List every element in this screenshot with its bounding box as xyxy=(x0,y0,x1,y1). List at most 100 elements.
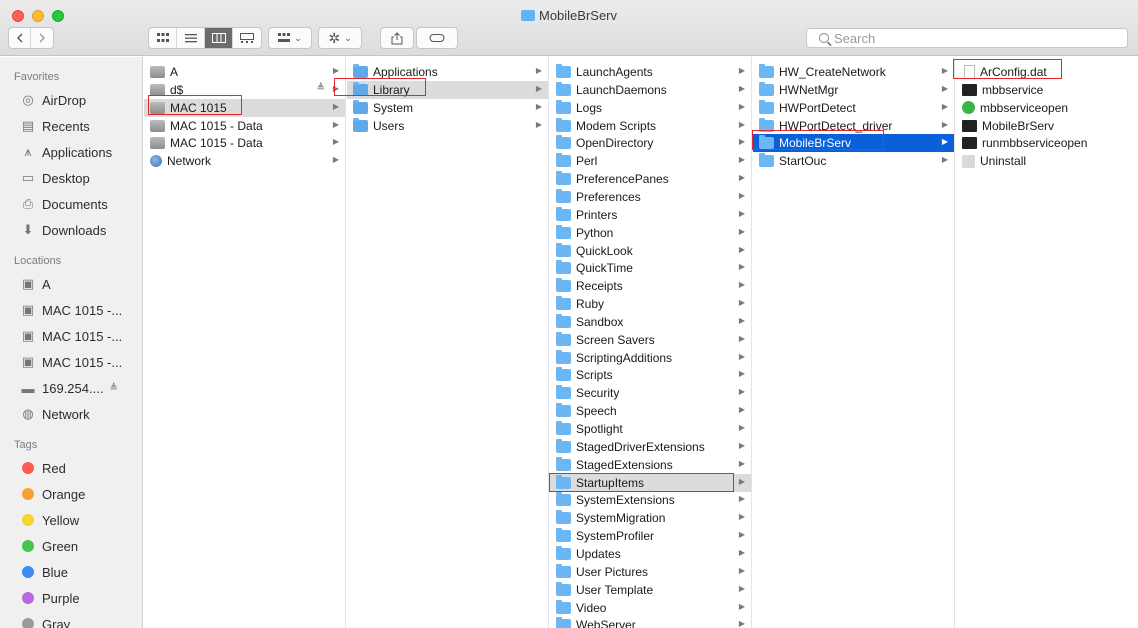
back-button[interactable] xyxy=(9,28,32,48)
column-view-button[interactable] xyxy=(205,28,233,48)
sidebar-item-desktop[interactable]: ▭ Desktop xyxy=(0,165,142,191)
item-label: Uninstall xyxy=(980,154,1027,169)
folder-item[interactable]: Perl ▶ xyxy=(550,152,751,170)
folder-item[interactable]: StartupItems ▶ xyxy=(550,473,751,492)
folder-item[interactable]: Security ▶ xyxy=(550,384,751,402)
folder-item[interactable]: PreferencePanes ▶ xyxy=(550,170,751,188)
tag-dot-icon xyxy=(22,618,34,628)
folder-item[interactable]: OpenDirectory ▶ xyxy=(550,134,751,152)
folder-item[interactable]: Applications ▶ xyxy=(347,63,548,81)
folder-item[interactable]: Ruby ▶ xyxy=(550,295,751,313)
folder-item[interactable]: Library ▶ xyxy=(347,80,548,99)
volume-item[interactable]: Network ▶ xyxy=(144,152,345,170)
volume-item[interactable]: MAC 1015 - Data ▶ xyxy=(144,117,345,135)
item-label: OpenDirectory xyxy=(576,136,654,151)
volume-item[interactable]: MAC 1015 ▶ xyxy=(144,98,345,117)
folder-item[interactable]: StagedExtensions ▶ xyxy=(550,456,751,474)
green-icon xyxy=(962,101,975,115)
sidebar-tag-yellow[interactable]: Yellow xyxy=(0,507,142,533)
folder-item[interactable]: Sandbox ▶ xyxy=(550,313,751,331)
sidebar-item-network[interactable]: ◍ Network xyxy=(0,401,142,427)
folder-item[interactable]: Screen Savers ▶ xyxy=(550,331,751,349)
file-item[interactable]: Uninstall xyxy=(956,152,1138,170)
disclosure-arrow-icon: ▶ xyxy=(738,369,745,379)
disclosure-arrow-icon: ▶ xyxy=(738,565,745,575)
item-label: HWPortDetect xyxy=(779,100,856,115)
folder-item[interactable]: LaunchDaemons ▶ xyxy=(550,81,751,99)
folder-item[interactable]: Preferences ▶ xyxy=(550,188,751,206)
file-item[interactable]: runmbbserviceopen xyxy=(956,134,1138,152)
folder-item[interactable]: ScriptingAdditions ▶ xyxy=(550,349,751,367)
tag-button[interactable] xyxy=(416,27,458,49)
folder-item[interactable]: StartOuc ▶ xyxy=(753,152,954,170)
forward-button[interactable] xyxy=(31,28,53,48)
folder-item[interactable]: QuickLook ▶ xyxy=(550,242,751,260)
folder-item[interactable]: HWPortDetect ▶ xyxy=(753,99,954,117)
volume-item[interactable]: d$ ≜ ▶ xyxy=(144,81,345,99)
chevron-right-icon xyxy=(39,33,45,43)
folder-item[interactable]: Video ▶ xyxy=(550,599,751,617)
sidebar-item-airdrop[interactable]: ◎ AirDrop xyxy=(0,87,142,113)
gallery-view-button[interactable] xyxy=(233,28,261,48)
icon-view-button[interactable] xyxy=(149,28,177,48)
volume-item[interactable]: MAC 1015 - Data ▶ xyxy=(144,134,345,152)
share-icon xyxy=(391,31,403,44)
folder-item[interactable]: Scripts ▶ xyxy=(550,366,751,384)
folder-item[interactable]: Modem Scripts ▶ xyxy=(550,117,751,135)
sidebar-tag-green[interactable]: Green xyxy=(0,533,142,559)
file-item[interactable]: mbbservice xyxy=(956,81,1138,99)
file-item[interactable]: mbbserviceopen xyxy=(956,99,1138,117)
sidebar-tag-gray[interactable]: Gray xyxy=(0,611,142,628)
folder-item[interactable]: Receipts ▶ xyxy=(550,277,751,295)
folder-item[interactable]: Logs ▶ xyxy=(550,99,751,117)
group-by-button[interactable]: ⌄ xyxy=(268,27,312,49)
folder-item[interactable]: WebServer ▶ xyxy=(550,616,751,628)
file-item[interactable]: MobileBrServ xyxy=(956,117,1138,135)
eject-icon[interactable]: ≜ xyxy=(317,83,325,94)
folder-item[interactable]: Spotlight ▶ xyxy=(550,420,751,438)
folder-item[interactable]: StagedDriverExtensions ▶ xyxy=(550,438,751,456)
sidebar-item-location-server[interactable]: ▬ 169.254.... ≜ xyxy=(0,375,142,401)
sidebar-tag-red[interactable]: Red xyxy=(0,455,142,481)
sidebar-item-location-mac1[interactable]: ▣ MAC 1015 -... xyxy=(0,297,142,323)
folder-item[interactable]: MobileBrServ ▶ xyxy=(753,134,954,153)
eject-icon[interactable]: ≜ xyxy=(109,383,117,394)
sidebar-item-location-a[interactable]: ▣ A xyxy=(0,271,142,297)
folder-item[interactable]: Updates ▶ xyxy=(550,545,751,563)
folder-item[interactable]: SystemProfiler ▶ xyxy=(550,527,751,545)
folder-item[interactable]: HWPortDetect_driver ▶ xyxy=(753,117,954,135)
sidebar-tag-orange[interactable]: Orange xyxy=(0,481,142,507)
folder-item[interactable]: User Template ▶ xyxy=(550,581,751,599)
sidebar-tag-purple[interactable]: Purple xyxy=(0,585,142,611)
list-view-button[interactable] xyxy=(177,28,205,48)
item-label: Speech xyxy=(576,404,617,419)
folder-item[interactable]: System ▶ xyxy=(347,99,548,117)
sidebar-item-label: MAC 1015 -... xyxy=(42,302,123,318)
sidebar-item-location-mac2[interactable]: ▣ MAC 1015 -... xyxy=(0,323,142,349)
folder-item[interactable]: HWNetMgr ▶ xyxy=(753,81,954,99)
folder-icon xyxy=(556,99,571,114)
folder-item[interactable]: LaunchAgents ▶ xyxy=(550,63,751,81)
sidebar-tag-blue[interactable]: Blue xyxy=(0,559,142,585)
search-field[interactable]: Search xyxy=(806,28,1128,48)
folder-item[interactable]: Users ▶ xyxy=(347,117,548,135)
folder-item[interactable]: Printers ▶ xyxy=(550,206,751,224)
sidebar-item-downloads[interactable]: ⬇ Downloads xyxy=(0,217,142,243)
sidebar-item-location-mac3[interactable]: ▣ MAC 1015 -... xyxy=(0,349,142,375)
item-label: User Template xyxy=(576,582,654,597)
file-item[interactable]: ArConfig.dat xyxy=(956,63,1138,81)
action-button[interactable]: ✲ ⌄ xyxy=(318,27,362,49)
sidebar-item-recents[interactable]: ▤ Recents xyxy=(0,113,142,139)
folder-item[interactable]: SystemExtensions ▶ xyxy=(550,491,751,509)
folder-item[interactable]: HW_CreateNetwork ▶ xyxy=(753,63,954,81)
folder-item[interactable]: QuickTime ▶ xyxy=(550,259,751,277)
folder-item[interactable]: Python ▶ xyxy=(550,224,751,242)
volume-item[interactable]: A ▶ xyxy=(144,63,345,81)
folder-item[interactable]: Speech ▶ xyxy=(550,402,751,420)
gear-icon: ✲ xyxy=(328,29,341,46)
share-button[interactable] xyxy=(380,27,414,49)
folder-item[interactable]: User Pictures ▶ xyxy=(550,563,751,581)
sidebar-item-documents[interactable]: ⎙ Documents xyxy=(0,191,142,217)
sidebar-item-applications[interactable]: ⩚ Applications xyxy=(0,139,142,165)
folder-item[interactable]: SystemMigration ▶ xyxy=(550,509,751,527)
